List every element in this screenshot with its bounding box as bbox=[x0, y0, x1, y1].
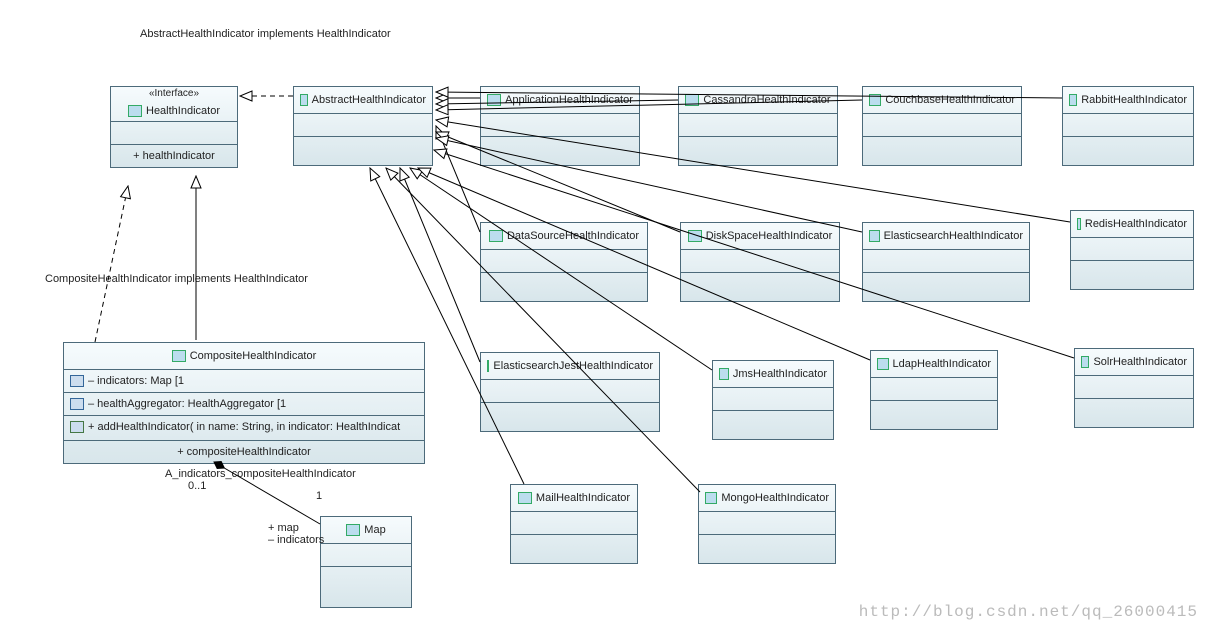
class-mail-hi: MailHealthIndicator bbox=[510, 484, 638, 564]
class-name: ApplicationHealthIndicator bbox=[505, 87, 633, 113]
class-name: MailHealthIndicator bbox=[536, 485, 630, 511]
class-name: DiskSpaceHealthIndicator bbox=[706, 223, 833, 249]
class-icon bbox=[172, 350, 186, 362]
class-redis-hi: RedisHealthIndicator bbox=[1070, 210, 1194, 290]
class-name: CouchbaseHealthIndicator bbox=[885, 87, 1015, 113]
class-icon bbox=[869, 94, 881, 106]
class-mongo-hi: MongoHealthIndicator bbox=[698, 484, 836, 564]
class-map: Map bbox=[320, 516, 412, 608]
class-cassandra-hi: CassandraHealthIndicator bbox=[678, 86, 838, 166]
note-abstract-implements: AbstractHealthIndicator implements Healt… bbox=[140, 28, 391, 40]
class-icon bbox=[487, 360, 489, 372]
uml-canvas: AbstractHealthIndicator implements Healt… bbox=[0, 0, 1208, 627]
compartment-empty bbox=[111, 121, 237, 144]
class-name: Map bbox=[364, 517, 385, 543]
class-name: SolrHealthIndicator bbox=[1093, 349, 1187, 375]
class-solr-hi: SolrHealthIndicator bbox=[1074, 348, 1194, 428]
class-icon bbox=[705, 492, 717, 504]
op-ctor: + compositeHealthIndicator bbox=[64, 440, 424, 463]
class-icon bbox=[685, 94, 699, 106]
note-composite-implements: CompositeHealthIndicator implements Heal… bbox=[45, 273, 308, 285]
class-icon bbox=[487, 94, 501, 106]
class-icon bbox=[719, 368, 729, 380]
class-application-hi: ApplicationHealthIndicator bbox=[480, 86, 640, 166]
class-datasource-hi: DataSourceHealthIndicator bbox=[480, 222, 648, 302]
operation: + healthIndicator bbox=[111, 144, 237, 167]
mult-composite: 0..1 bbox=[188, 480, 206, 492]
assoc-label: A_indicators_compositeHealthIndicator bbox=[165, 468, 356, 480]
class-name: MongoHealthIndicator bbox=[721, 485, 829, 511]
class-rabbit-hi: RabbitHealthIndicator bbox=[1062, 86, 1194, 166]
class-icon bbox=[1081, 356, 1089, 368]
class-icon bbox=[1077, 218, 1081, 230]
class-ldap-hi: LdapHealthIndicator bbox=[870, 350, 998, 430]
method-icon bbox=[70, 421, 84, 433]
class-elasticsearch-hi: ElasticsearchHealthIndicator bbox=[862, 222, 1030, 302]
class-name: RedisHealthIndicator bbox=[1085, 211, 1187, 237]
class-icon bbox=[877, 358, 889, 370]
class-diskspace-hi: DiskSpaceHealthIndicator bbox=[680, 222, 840, 302]
class-health-indicator: «Interface» HealthIndicator + healthIndi… bbox=[110, 86, 238, 168]
class-composite-hi: CompositeHealthIndicator – indicators: M… bbox=[63, 342, 425, 464]
field-icon bbox=[70, 375, 84, 387]
class-name: DataSourceHealthIndicator bbox=[507, 223, 639, 249]
class-icon bbox=[1069, 94, 1077, 106]
class-icon bbox=[128, 105, 142, 117]
mult-map: 1 bbox=[316, 490, 322, 502]
class-icon bbox=[688, 230, 702, 242]
stereotype: «Interface» bbox=[111, 87, 237, 101]
class-name: LdapHealthIndicator bbox=[893, 351, 991, 377]
class-name: CompositeHealthIndicator bbox=[190, 343, 317, 369]
class-name: ElasticsearchHealthIndicator bbox=[884, 223, 1023, 249]
class-icon bbox=[489, 230, 503, 242]
class-name: RabbitHealthIndicator bbox=[1081, 87, 1187, 113]
class-name: AbstractHealthIndicator bbox=[312, 87, 426, 113]
op-add: + addHealthIndicator( in name: String, i… bbox=[64, 415, 424, 440]
class-icon bbox=[300, 94, 308, 106]
role-map: + map bbox=[268, 522, 299, 534]
class-abstract-health-indicator: AbstractHealthIndicator bbox=[293, 86, 433, 166]
class-name: CassandraHealthIndicator bbox=[703, 87, 830, 113]
attr-indicators: – indicators: Map [1 bbox=[64, 369, 424, 392]
role-indicators: – indicators bbox=[268, 534, 324, 546]
watermark: http://blog.csdn.net/qq_26000415 bbox=[859, 603, 1198, 621]
class-name: ElasticsearchJestHealthIndicator bbox=[493, 353, 653, 379]
class-name: HealthIndicator bbox=[146, 101, 220, 121]
class-esjest-hi: ElasticsearchJestHealthIndicator bbox=[480, 352, 660, 432]
class-name: JmsHealthIndicator bbox=[733, 361, 827, 387]
class-icon bbox=[518, 492, 532, 504]
class-icon bbox=[346, 524, 360, 536]
class-jms-hi: JmsHealthIndicator bbox=[712, 360, 834, 440]
class-couchbase-hi: CouchbaseHealthIndicator bbox=[862, 86, 1022, 166]
class-icon bbox=[869, 230, 880, 242]
field-icon bbox=[70, 398, 84, 410]
attr-aggregator: – healthAggregator: HealthAggregator [1 bbox=[64, 392, 424, 415]
